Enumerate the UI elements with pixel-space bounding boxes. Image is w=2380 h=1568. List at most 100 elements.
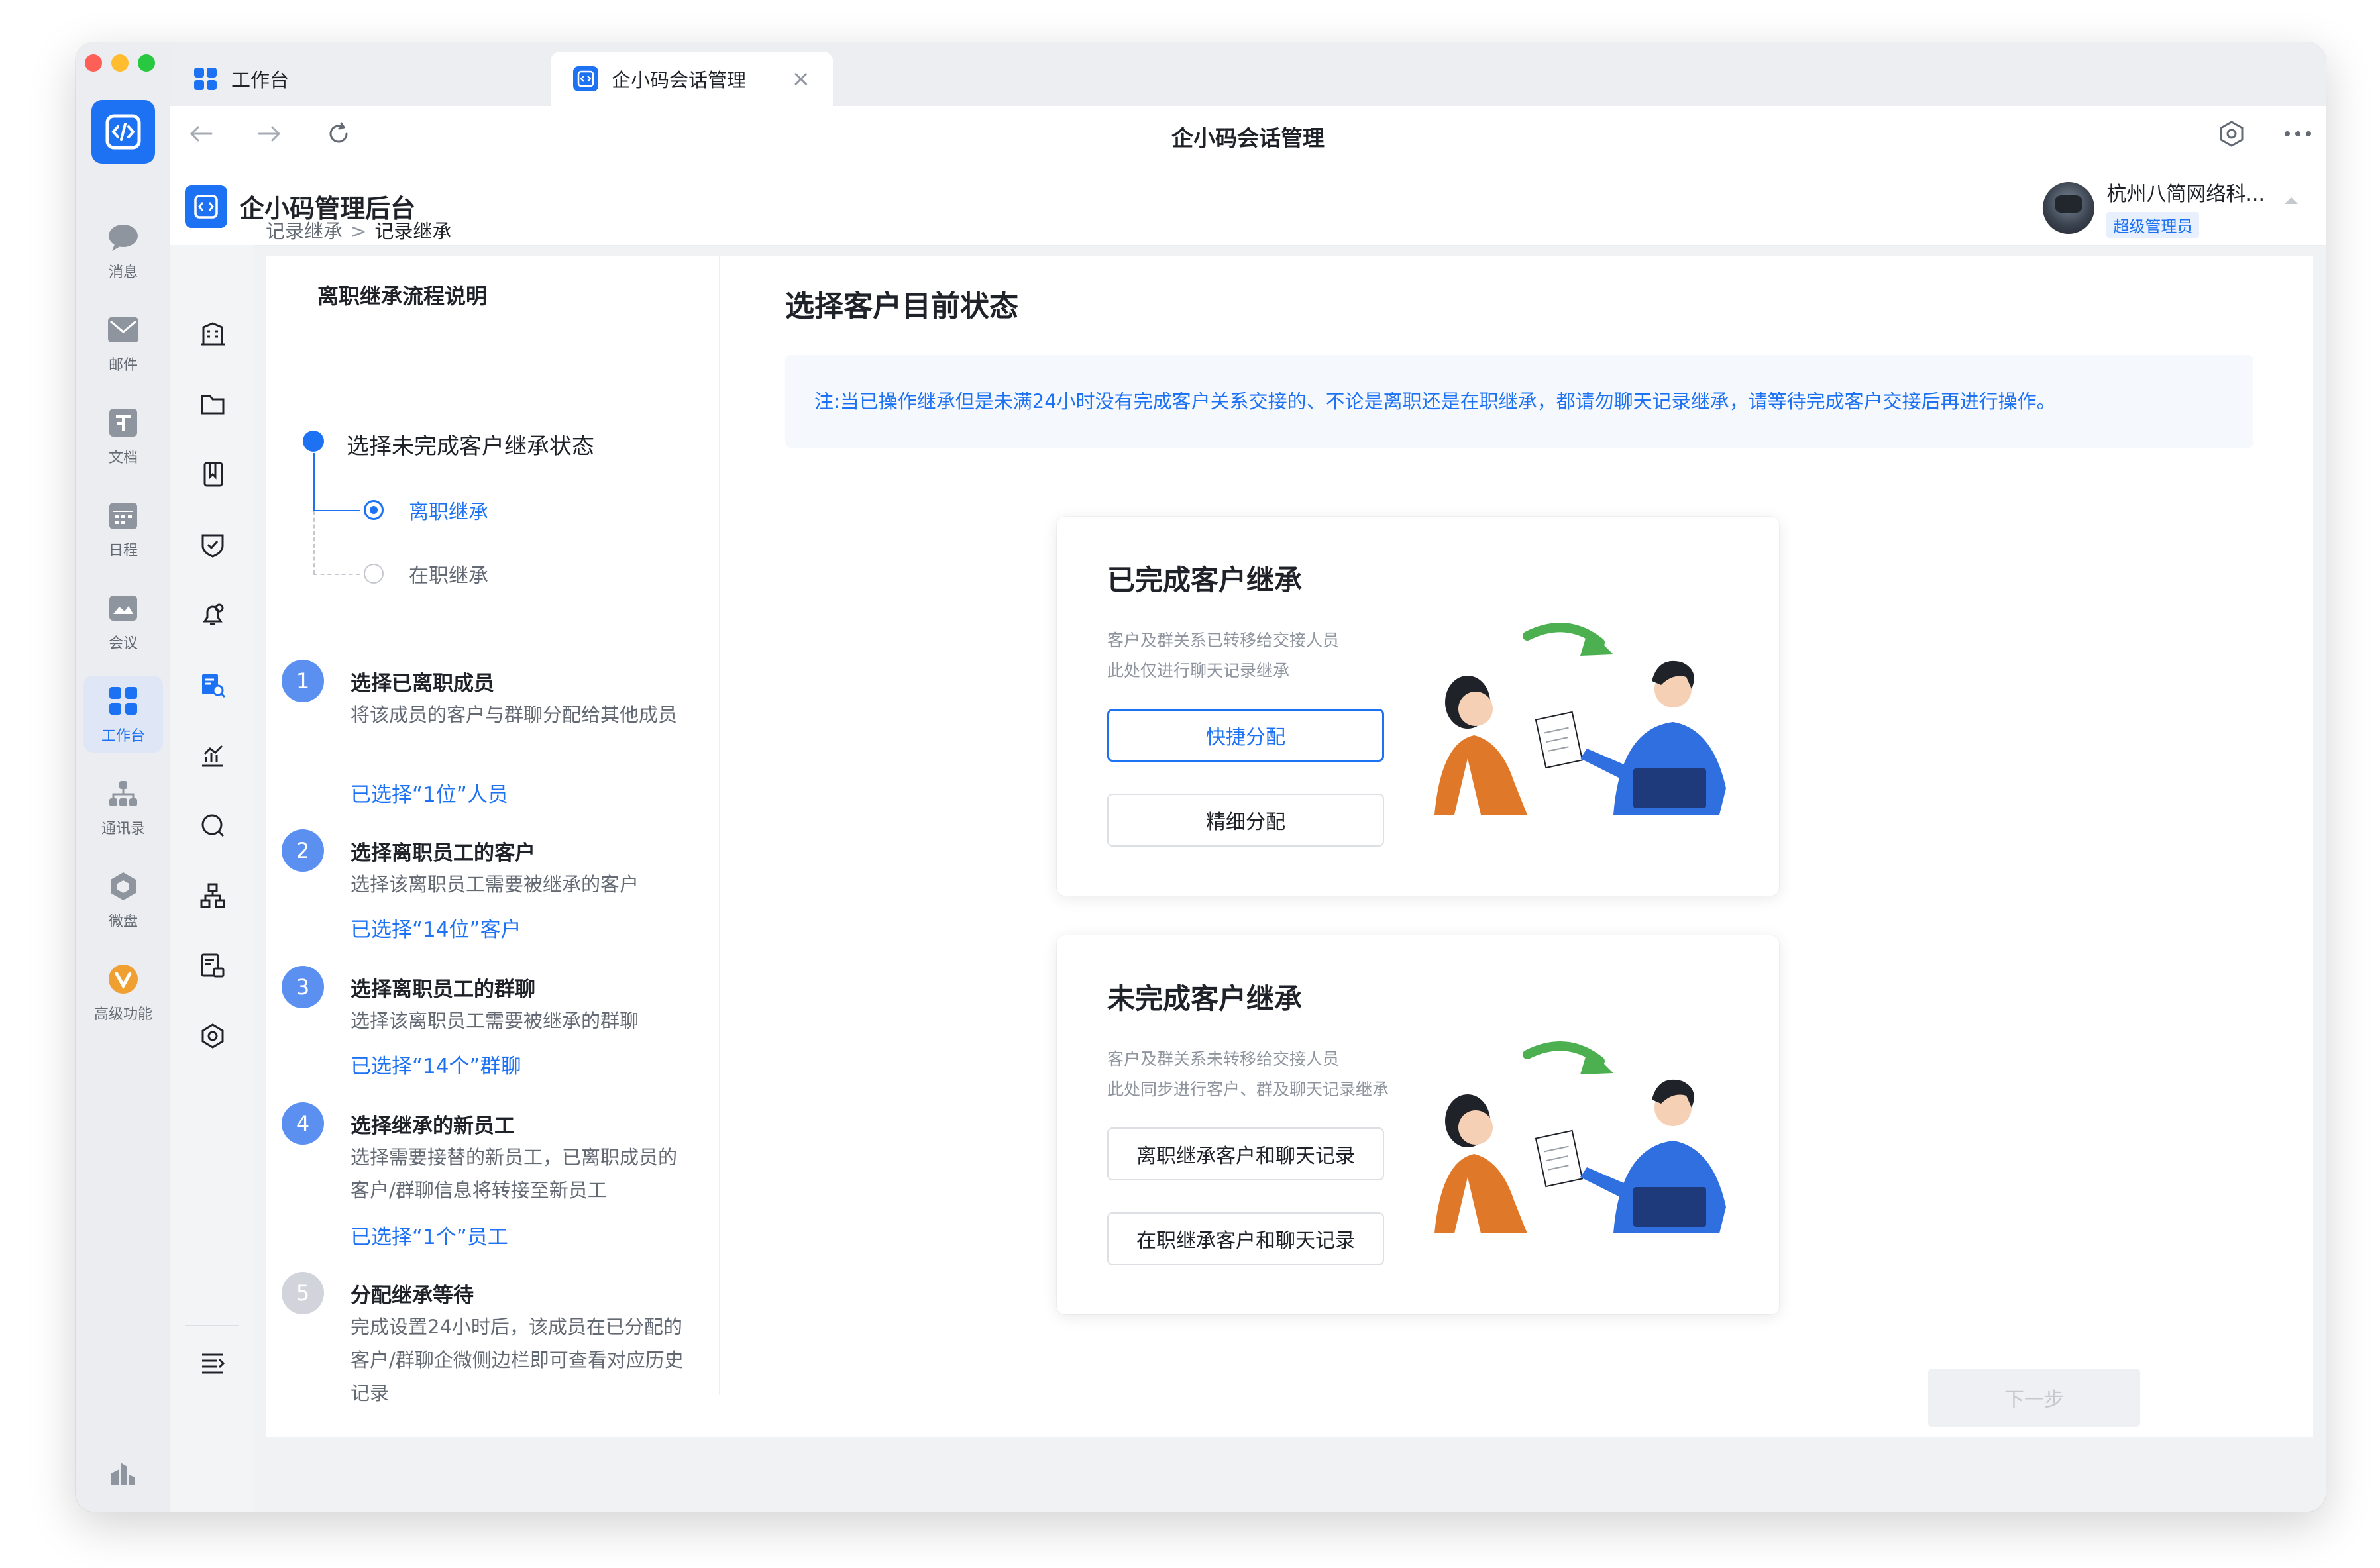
workbench-icon — [193, 66, 218, 91]
role-badge: 超级管理员 — [2106, 212, 2200, 238]
settings-hexagon-icon[interactable] — [2217, 119, 2246, 148]
meeting-icon — [105, 590, 141, 626]
maximize-window-button[interactable] — [138, 54, 155, 72]
radio-employed[interactable] — [364, 564, 384, 584]
step-number: 4 — [282, 1102, 324, 1145]
card-desc-line: 此处同步进行客户、群及聊天记录继承 — [1107, 1080, 1389, 1099]
app-logo-icon — [185, 185, 227, 228]
minimize-window-button[interactable] — [111, 54, 129, 72]
step-title: 选择离职员工的群聊 — [351, 978, 535, 1002]
caret-up-icon[interactable] — [2285, 197, 2298, 204]
notice-banner: 注:当已操作继承但是未满24小时没有完成客户关系交接的、不论是离职还是在职继承，… — [785, 355, 2253, 448]
process-panel: 离职继承流程说明 选择未完成客户继承状态 离职继承 在职继承 1 选择已离职成员… — [266, 256, 720, 1404]
tree-line — [313, 574, 360, 575]
bell-icon[interactable] — [197, 599, 229, 631]
breadcrumb-parent[interactable]: 记录继承 — [266, 220, 343, 242]
advanced-icon — [105, 961, 141, 997]
close-icon[interactable]: × — [792, 66, 811, 92]
resigned-inherit-button[interactable]: 离职继承客户和聊天记录 — [1107, 1127, 1384, 1180]
step-description: 选择该离职员工需要被继承的群聊 — [351, 1010, 639, 1032]
dock-label: 邮件 — [108, 357, 138, 374]
quick-assign-button[interactable]: 快捷分配 — [1107, 709, 1384, 762]
step-number: 3 — [282, 966, 324, 1008]
tab-session-manager[interactable]: 企小码会话管理 × — [551, 52, 833, 106]
dock-label: 日程 — [108, 543, 138, 559]
dock-item-drive[interactable]: 微盘 — [83, 861, 163, 938]
shield-check-icon[interactable] — [197, 529, 229, 560]
message-icon — [105, 219, 141, 255]
dock-item-contacts[interactable]: 通讯录 — [83, 768, 163, 845]
dock-item-more[interactable] — [83, 1447, 163, 1500]
step-description: 选择该离职员工需要被继承的客户 — [351, 873, 639, 896]
card-title: 已完成客户继承 — [1107, 564, 1303, 596]
dock-label: 微盘 — [108, 914, 138, 930]
dock-item-mail[interactable]: 邮件 — [83, 305, 163, 382]
step-link[interactable]: 已选择“1个”员工 — [351, 1220, 508, 1250]
tab-label: 企小码会话管理 — [612, 69, 747, 91]
fine-assign-button[interactable]: 精细分配 — [1107, 794, 1384, 847]
step-number: 5 — [282, 1272, 324, 1314]
dock-label: 工作台 — [101, 728, 145, 745]
dock-item-message[interactable]: 消息 — [83, 212, 163, 289]
chat-search-icon[interactable] — [197, 810, 229, 841]
card-desc-line: 客户及群关系未转移给交接人员 — [1107, 1049, 1340, 1069]
dock-item-document[interactable]: 文档 — [83, 397, 163, 474]
card-completed: 已完成客户继承 客户及群关系已转移给交接人员 此处仅进行聊天记录继承 快捷分配 … — [1057, 517, 1779, 896]
step-title: 选择继承的新员工 — [351, 1114, 515, 1138]
left-dock: 消息 邮件 文档 日程 会议 工作台 通讯录 微盘 高级功能 — [76, 42, 171, 1512]
dock-item-meeting[interactable]: 会议 — [83, 583, 163, 660]
step-description: 将该成员的客户与群聊分配给其他成员 — [351, 704, 678, 726]
main-step-label: 选择未完成客户继承状态 — [347, 433, 594, 460]
dock-item-workbench[interactable]: 工作台 — [83, 676, 163, 753]
employed-inherit-button[interactable]: 在职继承客户和聊天记录 — [1107, 1212, 1384, 1265]
next-step-button[interactable]: 下一步 — [1928, 1369, 2140, 1427]
option-resigned[interactable]: 离职继承 — [409, 496, 488, 525]
app-logo-icon — [573, 66, 598, 91]
breadcrumb-current: 记录继承 — [374, 220, 452, 242]
building-icon[interactable] — [197, 318, 229, 350]
window-controls — [85, 54, 155, 72]
dock-item-calendar[interactable]: 日程 — [83, 490, 163, 567]
section-title: 选择客户目前状态 — [785, 289, 1018, 323]
card-desc-line: 此处仅进行聊天记录继承 — [1107, 661, 1290, 680]
breadcrumb-separator: > — [351, 220, 367, 242]
user-name: 杭州八简网络科... — [2106, 183, 2265, 206]
radio-resigned[interactable] — [364, 500, 384, 520]
step-link[interactable]: 已选择“1位”人员 — [351, 778, 508, 808]
breadcrumb: 记录继承 > 记录继承 — [266, 216, 451, 244]
org-chart-icon[interactable] — [197, 880, 229, 912]
dock-item-advanced[interactable]: 高级功能 — [83, 954, 163, 1031]
dock-label: 通讯录 — [101, 821, 145, 837]
workbench-icon — [105, 683, 141, 719]
tab-label: 工作台 — [231, 69, 290, 91]
folder-icon[interactable] — [197, 388, 229, 420]
file-lock-icon[interactable] — [197, 950, 229, 982]
card-description: 客户及群关系已转移给交接人员 此处仅进行聊天记录继承 — [1107, 625, 1339, 686]
page-title: 企小码会话管理 — [1171, 125, 1325, 151]
dock-label: 消息 — [108, 264, 138, 281]
step-link[interactable]: 已选择“14个”群聊 — [351, 1049, 521, 1079]
tab-workbench[interactable]: 工作台 — [170, 52, 455, 106]
option-employed[interactable]: 在职继承 — [409, 559, 488, 588]
step-description: 完成设置24小时后，该成员在已分配的客户/群聊企微侧边栏即可查看对应历史记录 — [351, 1316, 684, 1404]
card-desc-line: 客户及群关系已转移给交接人员 — [1107, 631, 1340, 650]
card-title: 未完成客户继承 — [1107, 982, 1303, 1015]
drive-icon — [105, 868, 141, 904]
collapse-menu-icon[interactable] — [197, 1347, 229, 1379]
app-logo-icon[interactable] — [91, 100, 155, 164]
close-window-button[interactable] — [85, 54, 102, 72]
tree-line — [313, 510, 360, 511]
card-incomplete: 未完成客户继承 客户及群关系未转移给交接人员 此处同步进行客户、群及聊天记录继承… — [1057, 935, 1779, 1314]
more-icon[interactable] — [2283, 119, 2312, 148]
user-menu[interactable]: 杭州八简网络科... 超级管理员 — [2043, 178, 2265, 238]
step-link[interactable]: 已选择“14位”客户 — [351, 913, 521, 943]
step-number: 2 — [282, 829, 324, 872]
calendar-icon — [105, 497, 141, 533]
settings-hexagon-icon[interactable] — [197, 1020, 229, 1052]
book-icon[interactable] — [197, 458, 229, 490]
dock-label: 高级功能 — [93, 1006, 152, 1023]
chart-icon[interactable] — [197, 739, 229, 771]
step-title: 分配继承等待 — [351, 1284, 474, 1308]
search-file-icon[interactable] — [197, 669, 229, 701]
avatar[interactable] — [2043, 182, 2095, 234]
